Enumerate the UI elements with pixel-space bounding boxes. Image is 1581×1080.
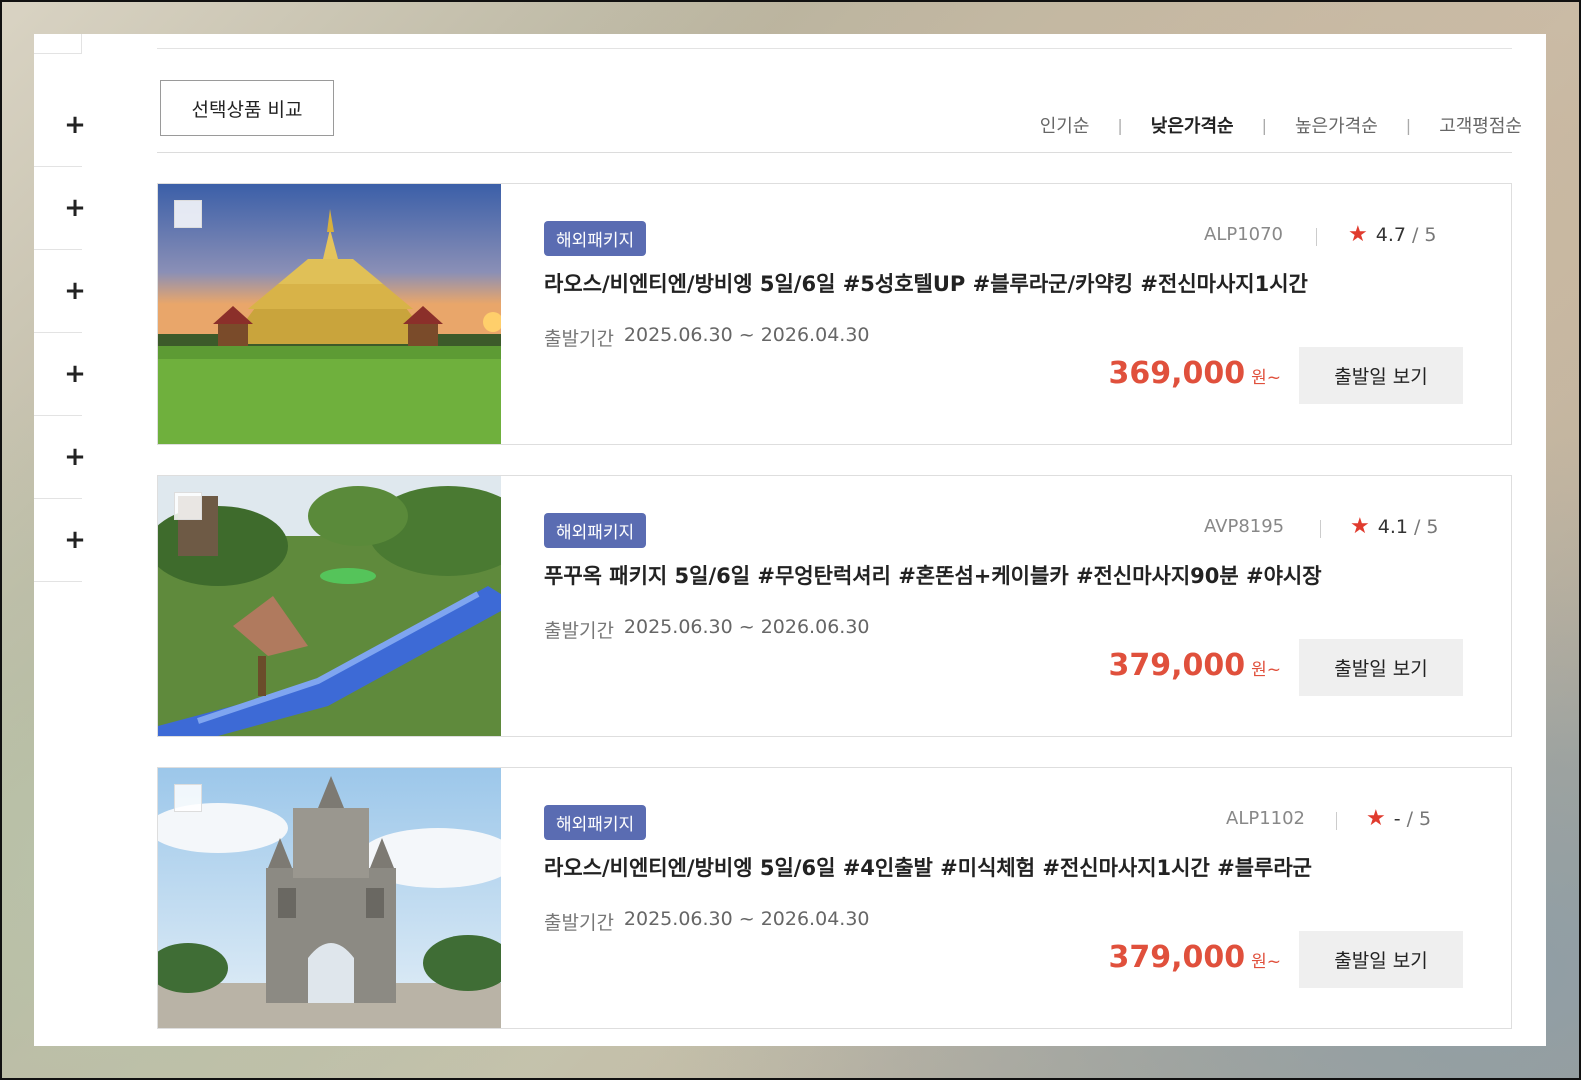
price: 379,000 원~ (1108, 940, 1281, 975)
sidebar-expand-2[interactable]: + (34, 167, 86, 250)
sidebar-expand-4[interactable]: + (34, 333, 86, 416)
plus-icon: + (64, 525, 86, 555)
price-unit: 원~ (1251, 368, 1281, 388)
product-card[interactable]: 해외패키지 ALP1070 ★ 4.7 / 5 라오스/비엔티엔/방비엥 5일/… (157, 183, 1512, 445)
rating: ★ 4.7 / 5 (1348, 222, 1436, 247)
category-badge: 해외패키지 (544, 221, 647, 256)
select-checkbox[interactable] (174, 492, 202, 520)
plus-icon: + (64, 110, 86, 140)
category-badge: 해외패키지 (544, 805, 647, 840)
price-value: 379,000 (1108, 648, 1246, 683)
sort-separator: | (1405, 115, 1412, 135)
sort-options: 인기순 | 낮은가격순 | 높은가격순 | 고객평점순 (1040, 112, 1522, 138)
product-image[interactable] (158, 768, 501, 1028)
departure-period: 출발기간 2025.06.30 ~ 2026.04.30 (544, 908, 870, 935)
product-title[interactable]: 푸꾸옥 패키지 5일/6일 #무엉탄럭셔리 #혼똔섬+케이블카 #전신마사지90… (544, 560, 1322, 590)
rating-max: / 5 (1411, 223, 1437, 246)
sidebar-expand-3[interactable]: + (34, 250, 86, 333)
plus-icon: + (64, 442, 86, 472)
divider (1316, 228, 1317, 246)
select-checkbox[interactable] (174, 200, 202, 228)
product-card[interactable]: 해외패키지 ALP1102 ★ - / 5 라오스/비엔티엔/방비엥 5일/6일… (157, 767, 1512, 1029)
price-value: 379,000 (1108, 940, 1246, 975)
period-value: 2025.06.30 ~ 2026.04.30 (623, 908, 870, 930)
plus-icon: + (64, 359, 86, 389)
star-icon: ★ (1366, 806, 1386, 831)
rating-max: / 5 (1406, 807, 1432, 830)
price: 369,000 원~ (1108, 356, 1281, 391)
sort-rating[interactable]: 고객평점순 (1439, 112, 1522, 138)
star-icon: ★ (1350, 514, 1370, 539)
sidebar-expand-6[interactable]: + (34, 499, 86, 582)
divider (1336, 812, 1337, 830)
price: 379,000 원~ (1108, 648, 1281, 683)
period-label: 출발기간 (544, 328, 614, 350)
price-value: 369,000 (1108, 356, 1246, 391)
departure-period: 출발기간 2025.06.30 ~ 2026.06.30 (544, 616, 870, 643)
rating-value: - (1393, 807, 1401, 830)
view-dates-button[interactable]: 출발일 보기 (1299, 931, 1463, 988)
compare-selected-button[interactable]: 선택상품 비교 (160, 80, 334, 136)
product-card[interactable]: 해외패키지 AVP8195 ★ 4.1 / 5 푸꾸옥 패키지 5일/6일 #무… (157, 475, 1512, 737)
sidebar-expand-1[interactable]: + (34, 84, 86, 167)
divider (1320, 520, 1321, 538)
rating-value: 4.7 (1375, 223, 1406, 246)
product-code: AVP8195 (1204, 516, 1285, 537)
sort-separator: | (1261, 115, 1267, 135)
plus-icon: + (64, 276, 86, 306)
sidebar-top-stub (34, 34, 82, 54)
view-dates-button[interactable]: 출발일 보기 (1299, 639, 1463, 696)
divider (157, 48, 1512, 49)
product-title[interactable]: 라오스/비엔티엔/방비엥 5일/6일 #5성호텔UP #블루라군/카약킹 #전신… (544, 268, 1308, 298)
product-image[interactable] (158, 476, 501, 736)
sort-high-price[interactable]: 높은가격순 (1295, 112, 1378, 138)
period-label: 출발기간 (544, 912, 614, 934)
divider (157, 152, 1512, 153)
product-image[interactable] (158, 184, 501, 444)
product-list-panel: + + + + + + 선택상품 비교 인기순 | 낮은가격순 | 높은가격순 … (34, 34, 1546, 1046)
plus-icon: + (64, 193, 86, 223)
rating: ★ 4.1 / 5 (1350, 514, 1438, 539)
sidebar-expand-5[interactable]: + (34, 416, 86, 499)
select-checkbox[interactable] (174, 784, 202, 812)
period-label: 출발기간 (544, 620, 614, 642)
sidebar: + + + + + + (34, 34, 86, 594)
rating: ★ - / 5 (1366, 806, 1431, 831)
view-dates-button[interactable]: 출발일 보기 (1299, 347, 1463, 404)
sort-low-price[interactable]: 낮은가격순 (1151, 112, 1234, 138)
category-badge: 해외패키지 (544, 513, 647, 548)
product-code: ALP1102 (1226, 808, 1306, 829)
rating-value: 4.1 (1377, 515, 1408, 538)
period-value: 2025.06.30 ~ 2026.04.30 (623, 324, 870, 346)
sort-separator: | (1117, 115, 1123, 135)
departure-period: 출발기간 2025.06.30 ~ 2026.04.30 (544, 324, 870, 351)
price-unit: 원~ (1251, 660, 1281, 680)
sort-popular[interactable]: 인기순 (1040, 112, 1090, 138)
star-icon: ★ (1348, 222, 1368, 247)
product-code: ALP1070 (1204, 224, 1284, 245)
price-unit: 원~ (1251, 952, 1281, 972)
product-title[interactable]: 라오스/비엔티엔/방비엥 5일/6일 #4인출발 #미식체험 #전신마사지1시간… (544, 852, 1312, 882)
rating-max: / 5 (1413, 515, 1439, 538)
period-value: 2025.06.30 ~ 2026.06.30 (623, 616, 870, 638)
